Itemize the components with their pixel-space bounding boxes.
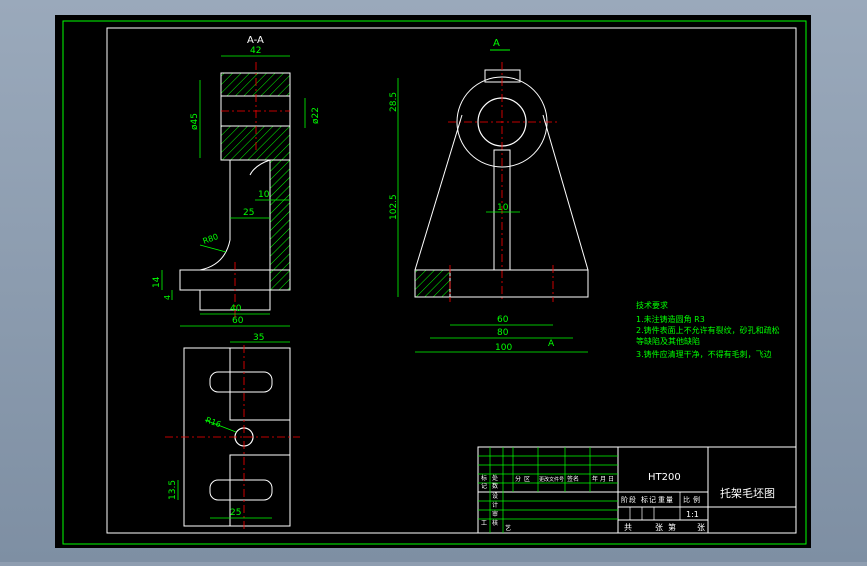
- cad-window: A-A 42 ø45 ø22 10 25 R80 14 4 40 60 A 28…: [0, 0, 867, 562]
- material-label: HT200: [648, 472, 681, 483]
- notes-line-3: 等缺陷及其他缺陷: [636, 336, 700, 346]
- dim-25-section: 25: [243, 208, 254, 218]
- notes-line-2: 2.铸件表面上不允许有裂纹，砂孔和疏松: [636, 325, 780, 335]
- notes-line-1: 1.未注铸造圆角 R3: [636, 314, 705, 324]
- left-label: 计: [492, 501, 498, 509]
- section-title: A-A: [247, 35, 264, 46]
- left-label: 标: [481, 474, 487, 482]
- sheet-label: 张: [655, 523, 663, 532]
- dim-dia45: ø45: [190, 113, 200, 130]
- left-label: 审: [492, 510, 498, 518]
- dim-80-front: 80: [497, 328, 509, 338]
- header-label: 例: [693, 495, 700, 504]
- left-label: 处: [492, 474, 498, 482]
- sheet-label: 张: [697, 523, 705, 532]
- left-label: 数: [492, 482, 498, 490]
- dim-60-front: 60: [497, 315, 509, 325]
- header-label: 重: [658, 496, 665, 504]
- dim-40: 40: [230, 304, 242, 314]
- left-label: 工: [481, 520, 487, 527]
- dim-42: 42: [250, 46, 261, 56]
- header-label: 记: [649, 496, 656, 504]
- notes-line-4: 3.铸件应清理干净，不得有毛刺，飞边: [636, 349, 772, 359]
- row-label: 月: [600, 476, 606, 483]
- header-label: 标: [641, 495, 648, 504]
- notes-heading: 技术要求: [636, 300, 668, 310]
- section-mark-bottom: A: [548, 339, 555, 349]
- dim-28-5: 28.5: [389, 92, 399, 112]
- dim-100-front: 100: [495, 343, 512, 353]
- dim-10-front: 10: [497, 203, 509, 213]
- row-label: 更改文件号: [539, 476, 564, 483]
- dim-35: 35: [253, 333, 264, 343]
- sheet-label: 共: [624, 523, 632, 532]
- section-mark-top: A: [493, 38, 500, 49]
- dim-25-top: 25: [230, 508, 241, 518]
- dim-102-5: 102.5: [389, 194, 399, 220]
- base-hatch-left: [414, 269, 451, 298]
- row-label: 签名: [567, 475, 579, 483]
- dim-10-section: 10: [258, 190, 270, 200]
- header-label: 段: [629, 495, 636, 504]
- dim-14: 14: [152, 276, 162, 288]
- header-label: 比: [683, 495, 690, 504]
- header-label: 量: [666, 496, 673, 504]
- dim-4: 4: [163, 295, 172, 300]
- dim-60-section: 60: [232, 316, 244, 326]
- dim-13-5: 13.5: [168, 480, 178, 500]
- sheet-label: 第: [668, 522, 676, 532]
- row-label: 日: [608, 476, 614, 483]
- scale-value: 1:1: [686, 510, 699, 519]
- left-label: 设: [492, 492, 498, 500]
- row-label: 分: [515, 475, 521, 483]
- left-label: 艺: [505, 524, 511, 532]
- header-label: 阶: [621, 495, 628, 504]
- drawing-name: 托架毛坯图: [720, 486, 775, 500]
- cad-drawing-canvas[interactable]: A-A 42 ø45 ø22 10 25 R80 14 4 40 60 A 28…: [0, 0, 867, 562]
- row-label: 区: [524, 476, 530, 483]
- row-label: 年: [592, 475, 598, 483]
- left-label: 核: [492, 519, 498, 527]
- left-label: 记: [481, 483, 487, 490]
- dim-dia22: ø22: [311, 107, 321, 124]
